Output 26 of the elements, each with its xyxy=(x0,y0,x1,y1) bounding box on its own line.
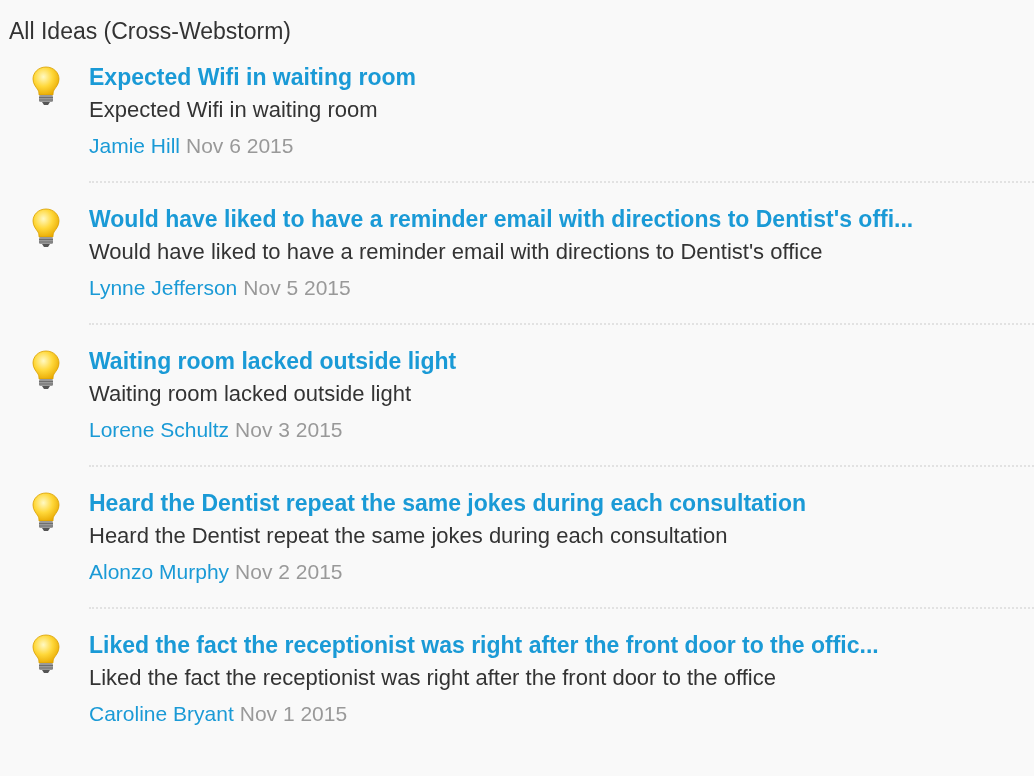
author-link[interactable]: Caroline Bryant xyxy=(89,696,234,732)
idea-date: Nov 3 2015 xyxy=(235,417,343,443)
idea-description: Heard the Dentist repeat the same jokes during each consultation xyxy=(89,522,729,550)
idea-date: Nov 2 2015 xyxy=(235,559,343,585)
author-link[interactable]: Jamie Hill xyxy=(89,128,180,164)
author-link[interactable]: Lorene Schultz xyxy=(89,412,230,448)
lightbulb-icon xyxy=(31,66,61,106)
lightbulb-icon xyxy=(31,492,61,532)
page-heading: All Ideas (Cross-Webstorm) xyxy=(8,17,293,46)
author-link[interactable]: Alonzo Murphy xyxy=(89,554,230,590)
lightbulb-icon xyxy=(31,208,61,248)
idea-description: Expected Wifi in waiting room xyxy=(89,96,379,124)
idea-title[interactable]: Would have liked to have a reminder email with directions to Dentist's offi... xyxy=(89,204,1034,234)
idea-date: Nov 6 2015 xyxy=(186,133,294,159)
idea-description: Waiting room lacked outside light xyxy=(89,380,412,408)
idea-date: Nov 1 2015 xyxy=(239,701,348,727)
lightbulb-icon xyxy=(31,634,61,674)
idea-title[interactable]: Heard the Dentist repeat the same jokes during each consultation xyxy=(89,488,1034,518)
lightbulb-icon xyxy=(31,350,61,390)
idea-title[interactable]: Waiting room lacked outside light xyxy=(89,346,1034,376)
idea-description: Would have liked to have a reminder email with directions to Dentist's office xyxy=(89,238,824,266)
idea-title[interactable]: Expected Wifi in waiting room xyxy=(89,62,1034,92)
idea-title[interactable]: Liked the fact the receptionist was right after the front door to the offic... xyxy=(89,630,1034,660)
idea-date: Nov 5 2015 xyxy=(243,275,351,301)
author-link[interactable]: Lynne Jefferson xyxy=(89,270,238,306)
idea-description: Liked the fact the receptionist was right after the front door to the office xyxy=(89,664,777,692)
